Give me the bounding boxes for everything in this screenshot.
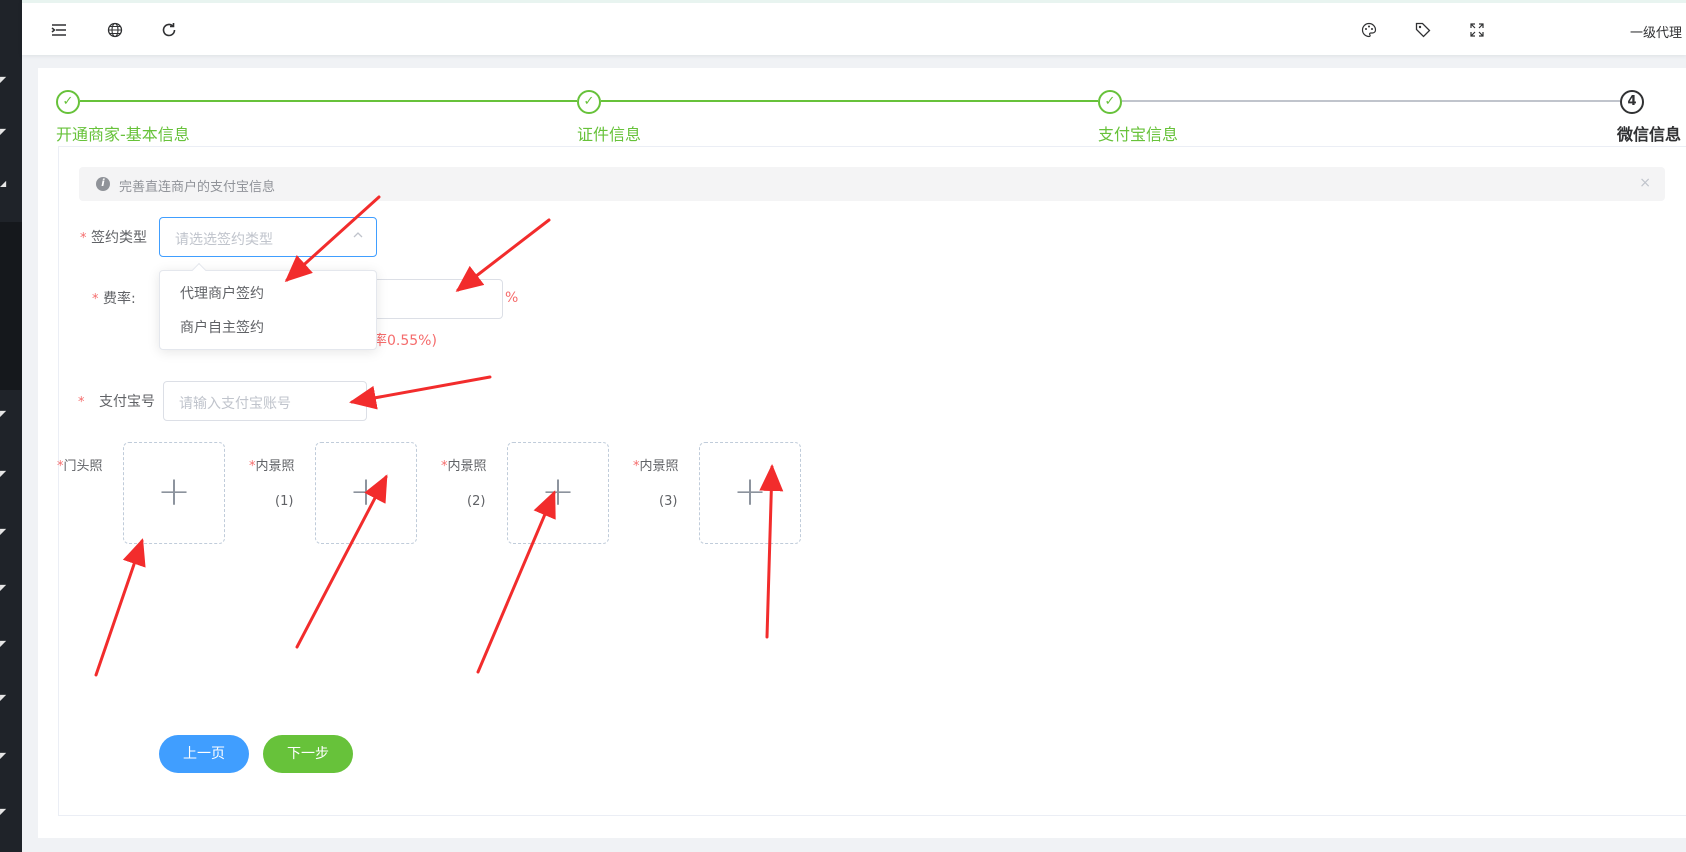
sidebar-caret-icon[interactable]: ◢ bbox=[0, 180, 8, 188]
upload-label-text: 内景照 bbox=[639, 459, 679, 474]
step-2-title: 证件信息 bbox=[577, 125, 642, 144]
step-4-title: 微信信息 bbox=[1617, 125, 1682, 144]
sidebar-caret-icon[interactable]: ◤ bbox=[0, 584, 8, 592]
alipay-account-input[interactable]: 请输入支付宝账号 bbox=[163, 381, 367, 421]
required-mark: * bbox=[80, 231, 87, 246]
upload-sub-label: (1) bbox=[275, 494, 294, 509]
info-icon: i bbox=[96, 177, 110, 191]
sidebar-caret-icon[interactable]: ◤ bbox=[0, 808, 8, 816]
sign-type-label-text: 签约类型 bbox=[90, 230, 147, 246]
app-root: { "header": { "user_label": "一级代理", "ico… bbox=[0, 0, 1686, 852]
prev-button[interactable]: 上一页 bbox=[159, 735, 249, 773]
sidebar-active-block bbox=[0, 222, 22, 390]
upload-sub-label: (3) bbox=[659, 494, 678, 509]
step-3-title: 支付宝信息 bbox=[1098, 125, 1179, 144]
alipay-label: * 支付宝号 bbox=[78, 391, 155, 411]
sign-type-placeholder: 请选选签约类型 bbox=[175, 232, 273, 248]
sign-type-select[interactable]: 请选选签约类型 bbox=[159, 217, 377, 257]
sidebar-caret-icon[interactable]: ◤ bbox=[0, 640, 8, 648]
sidebar: ◤ ◤ ◢ ◤ ◤ ◤ ◤ ◤ ◤ ◤ ◤ bbox=[0, 0, 22, 852]
sidebar-caret-icon[interactable]: ◤ bbox=[0, 528, 8, 536]
steps: ✓ 开通商家-基本信息 ✓ 证件信息 ✓ 支付宝信息 4 微信信息 bbox=[56, 86, 1686, 146]
alipay-label-text: 支付宝号 bbox=[98, 394, 155, 410]
required-mark: * bbox=[78, 395, 85, 410]
step-connector bbox=[1122, 100, 1620, 102]
sidebar-caret-icon[interactable]: ◤ bbox=[0, 752, 8, 760]
step-4-number: 4 bbox=[1620, 90, 1644, 114]
required-mark: * bbox=[92, 292, 99, 307]
sidebar-caret-icon[interactable]: ◤ bbox=[0, 470, 8, 478]
plus-icon: + bbox=[733, 469, 767, 515]
sign-type-dropdown: 代理商户签约 商户自主签约 bbox=[159, 262, 377, 350]
step-2-check-icon: ✓ bbox=[577, 90, 601, 114]
step-1-title: 开通商家-基本信息 bbox=[56, 125, 190, 144]
interior-photo-1-uploader[interactable]: + bbox=[315, 442, 417, 544]
sign-type-label: * 签约类型 bbox=[80, 227, 147, 247]
alert-text: 完善直连商户的支付宝信息 bbox=[119, 180, 276, 195]
close-icon[interactable]: × bbox=[1639, 175, 1651, 191]
interior-photo-2-uploader[interactable]: + bbox=[507, 442, 609, 544]
step-connector bbox=[601, 100, 1098, 102]
upload-sub-label: (2) bbox=[467, 494, 486, 509]
next-button[interactable]: 下一步 bbox=[263, 735, 353, 773]
dropdown-option[interactable]: 商户自主签约 bbox=[160, 311, 376, 345]
rate-label: * 费率: bbox=[92, 288, 136, 308]
plus-icon: + bbox=[541, 469, 575, 515]
rate-unit: % bbox=[505, 290, 519, 306]
step-connector bbox=[80, 100, 577, 102]
upload-label: *内景照 bbox=[441, 455, 487, 474]
sidebar-caret-icon[interactable]: ◤ bbox=[0, 76, 8, 84]
dropdown-option[interactable]: 代理商户签约 bbox=[160, 277, 376, 311]
user-menu[interactable]: 一级代理 bbox=[1630, 22, 1682, 41]
upload-label-text: 内景照 bbox=[447, 459, 487, 474]
step-1-check-icon: ✓ bbox=[56, 90, 80, 114]
sidebar-caret-icon[interactable]: ◤ bbox=[0, 128, 8, 136]
rate-label-text: 费率: bbox=[102, 291, 136, 307]
sidebar-caret-icon[interactable]: ◤ bbox=[0, 694, 8, 702]
fullscreen-icon[interactable] bbox=[1468, 21, 1486, 39]
plus-icon: + bbox=[349, 469, 383, 515]
upload-label: *内景照 bbox=[249, 455, 295, 474]
tag-icon[interactable] bbox=[1414, 21, 1432, 39]
interior-photo-3-uploader[interactable]: + bbox=[699, 442, 801, 544]
sidebar-caret-icon[interactable]: ◤ bbox=[0, 410, 8, 418]
top-header: 一级代理 bbox=[22, 0, 1686, 55]
menu-fold-icon[interactable] bbox=[50, 21, 68, 39]
info-alert: i 完善直连商户的支付宝信息 × bbox=[79, 167, 1665, 201]
refresh-icon[interactable] bbox=[160, 21, 178, 39]
plus-icon: + bbox=[157, 469, 191, 515]
upload-label: *门头照 bbox=[57, 455, 103, 474]
globe-icon[interactable] bbox=[106, 21, 124, 39]
step-3-check-icon: ✓ bbox=[1098, 90, 1122, 114]
alipay-placeholder: 请输入支付宝账号 bbox=[179, 396, 291, 412]
upload-label: *内景照 bbox=[633, 455, 679, 474]
palette-icon[interactable] bbox=[1360, 21, 1378, 39]
upload-label-text: 内景照 bbox=[255, 459, 295, 474]
storefront-photo-uploader[interactable]: + bbox=[123, 442, 225, 544]
rate-hint: 率0.55%) bbox=[373, 333, 437, 349]
upload-label-text: 门头照 bbox=[63, 459, 103, 474]
chevron-up-icon bbox=[352, 229, 364, 244]
